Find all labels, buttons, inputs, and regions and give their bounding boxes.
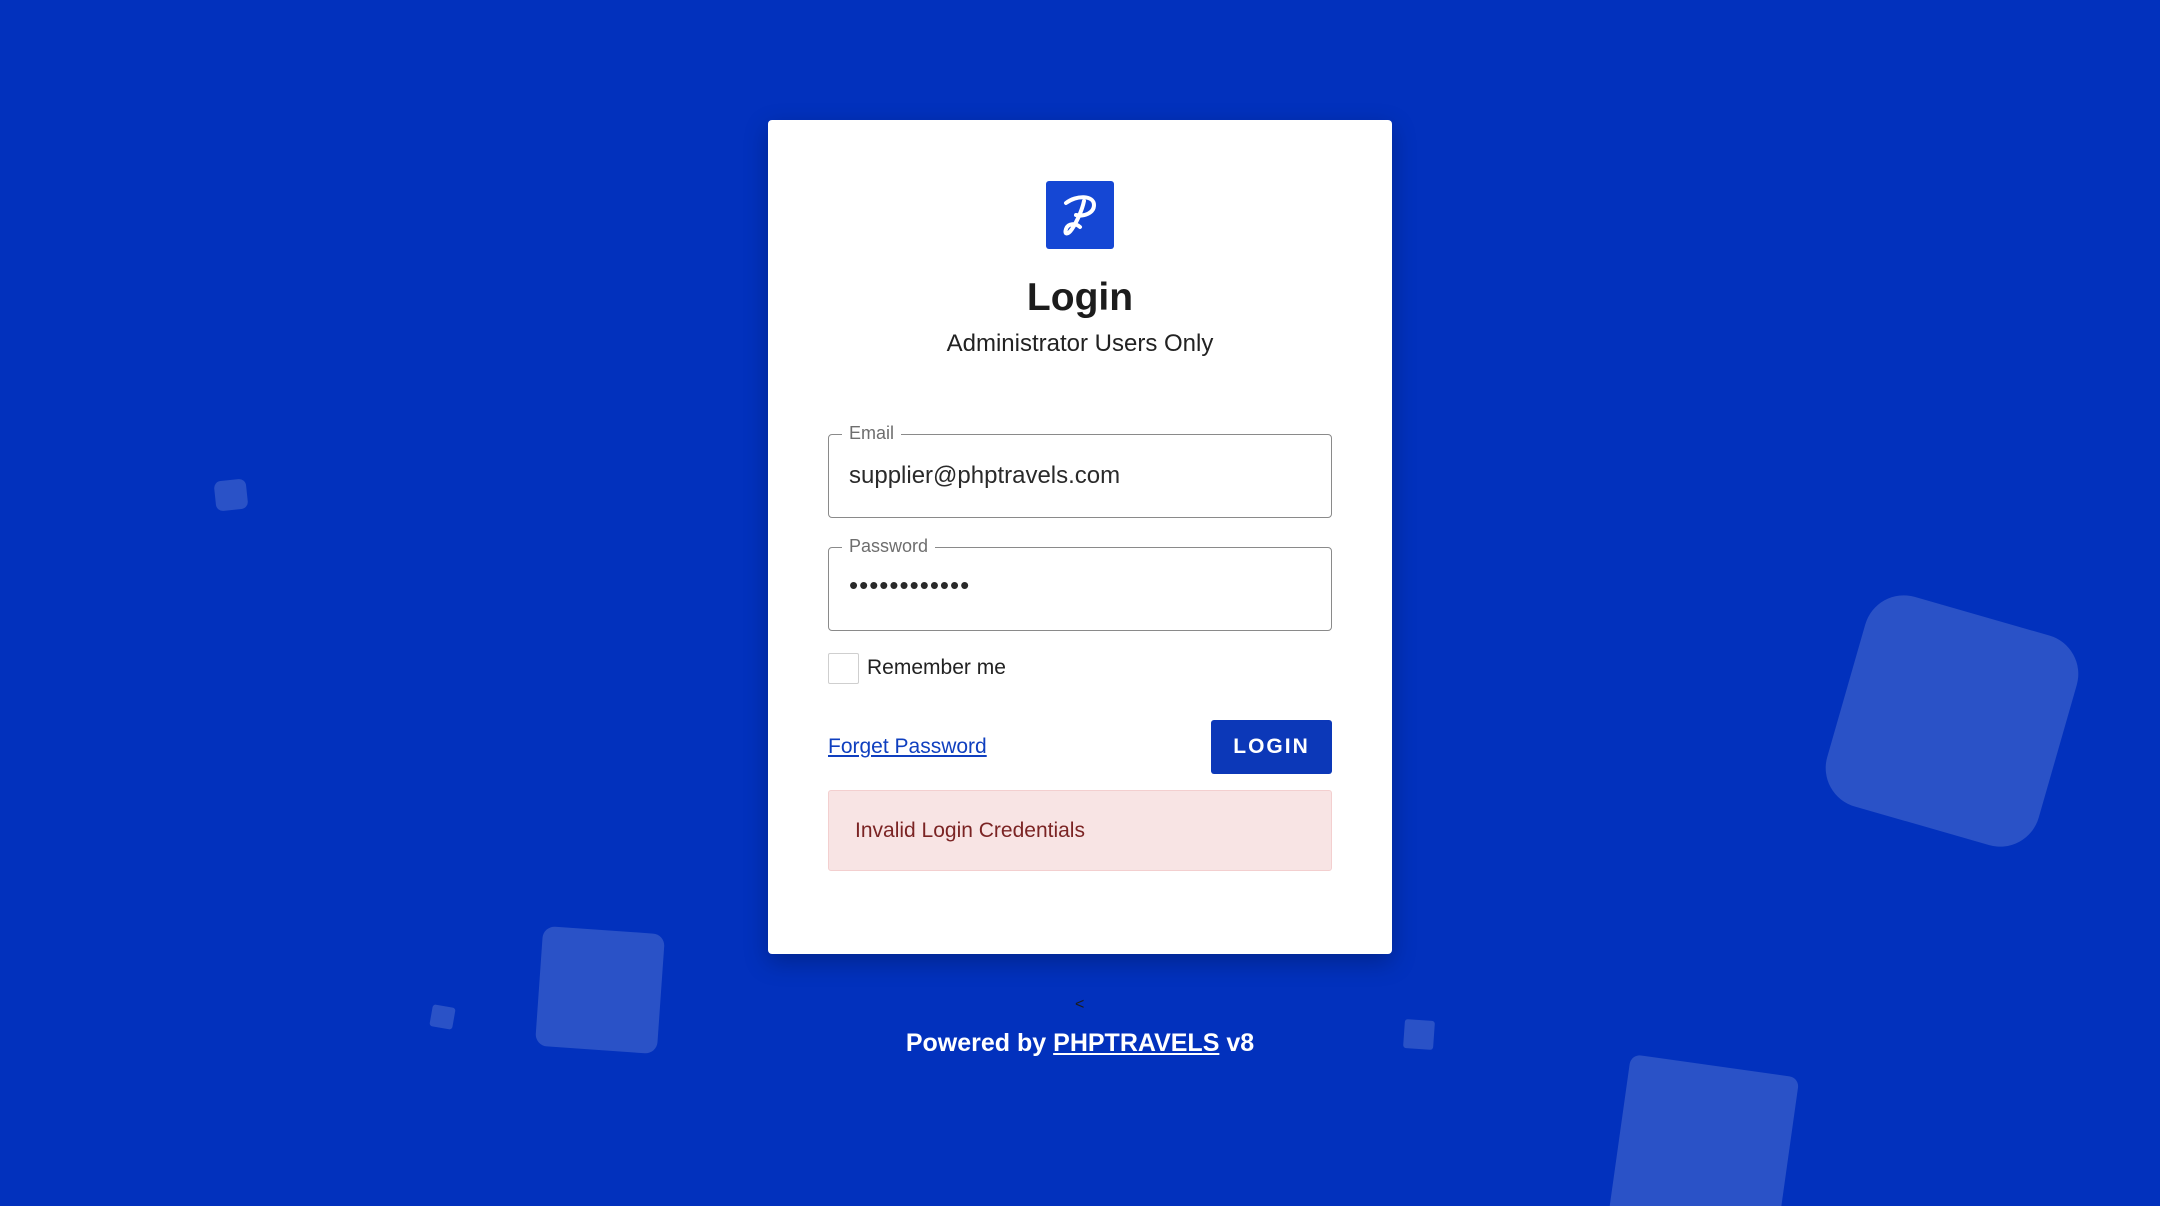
background-square <box>1816 585 2088 857</box>
login-button[interactable]: LOGIN <box>1211 720 1332 774</box>
footer-brand-link[interactable]: PHPTRAVELS <box>1053 1029 1219 1057</box>
footer-prefix: Powered by <box>905 1029 1047 1057</box>
background-square <box>1604 1054 1800 1206</box>
error-alert: Invalid Login Credentials <box>828 790 1332 871</box>
password-label: Password <box>842 534 936 558</box>
email-value[interactable]: supplier@phptravels.com <box>849 461 1120 491</box>
password-value[interactable]: •••••••••••• <box>849 570 970 600</box>
footer: Powered by PHPTRAVELS v8 <box>0 1029 2160 1058</box>
remember-me-label[interactable]: Remember me <box>867 656 1006 680</box>
phptravels-logo-icon <box>1046 181 1114 249</box>
password-field[interactable]: Password •••••••••••• <box>828 534 1332 631</box>
login-subtitle: Administrator Users Only <box>946 330 1214 357</box>
background-square <box>213 478 249 512</box>
remember-me[interactable]: Remember me <box>828 651 1006 685</box>
login-card: Login Administrator Users Only Email sup… <box>768 120 1392 954</box>
login-title: Login <box>1026 276 1134 319</box>
email-field[interactable]: Email supplier@phptravels.com <box>828 421 1332 518</box>
email-label: Email <box>842 421 902 445</box>
footer-version: v8 <box>1226 1029 1255 1057</box>
forget-password-link[interactable]: Forget Password <box>828 735 987 759</box>
remember-me-checkbox[interactable] <box>828 652 859 684</box>
background-square <box>429 1004 456 1030</box>
small-marker: < <box>1075 996 1085 1013</box>
